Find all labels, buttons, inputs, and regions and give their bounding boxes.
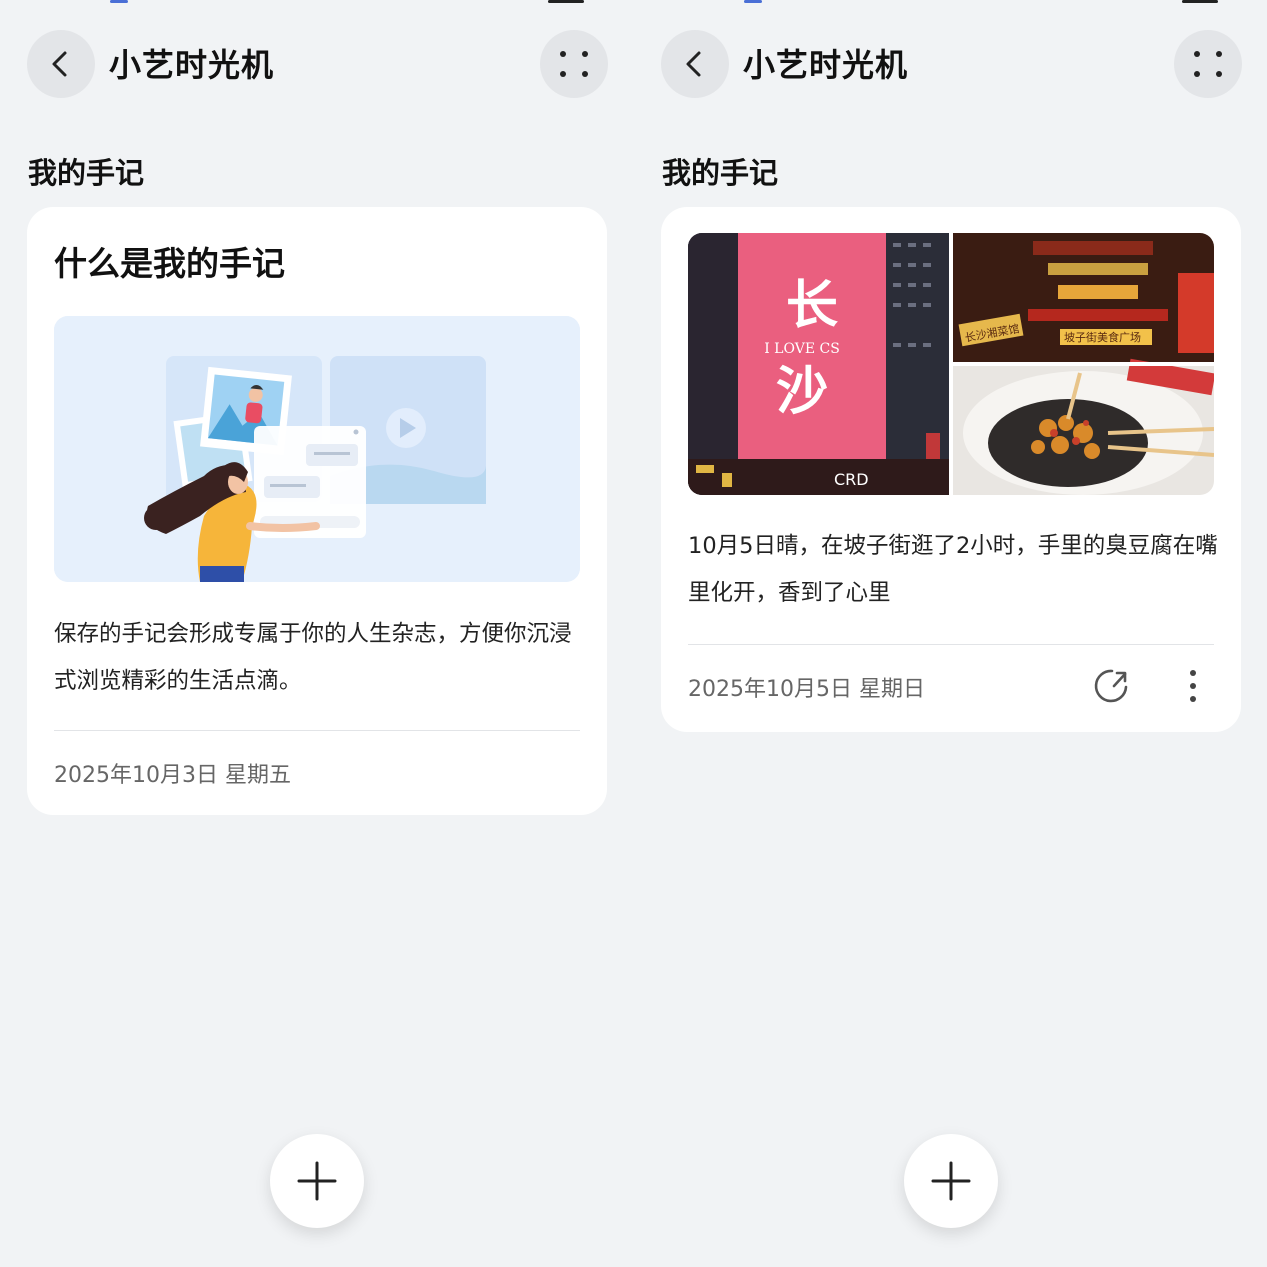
plus-icon: [931, 1161, 971, 1201]
billboard-char-1: 长: [786, 275, 838, 336]
back-button[interactable]: [661, 30, 729, 98]
chevron-left-icon: [686, 51, 701, 77]
vertical-ellipsis-icon: [1190, 670, 1196, 702]
share-button[interactable]: [1093, 667, 1131, 705]
more-button[interactable]: [540, 30, 608, 98]
status-bar-sliver: [110, 0, 128, 3]
app-title: 小艺时光机: [109, 46, 275, 84]
card-date: 2025年10月3日 星期五: [54, 763, 291, 788]
section-title: 我的手记: [662, 156, 779, 190]
section-title: 我的手记: [28, 156, 145, 190]
billboard-char-2: 沙: [776, 361, 828, 422]
four-dot-menu-icon: [1194, 51, 1222, 77]
card-date: 2025年10月5日 星期日: [688, 677, 925, 702]
card-divider: [54, 730, 580, 731]
note-text: 10月5日晴，在坡子街逛了2小时，手里的臭豆腐在嘴里化开，香到了心里: [688, 533, 1218, 606]
more-button[interactable]: [1174, 30, 1242, 98]
share-arrow-icon: [1094, 669, 1128, 703]
add-note-button[interactable]: [904, 1134, 998, 1228]
four-dot-menu-icon: [560, 51, 588, 77]
note-card[interactable]: 长 I LOVE CS 沙 CRD 长沙湘菜馆 坡子街美食广场 10月5日晴，在…: [661, 207, 1241, 732]
back-button[interactable]: [27, 30, 95, 98]
card-heading: 什么是我的手记: [54, 244, 285, 283]
billboard-bottom-text: CRD: [834, 470, 869, 489]
chevron-left-icon: [52, 51, 67, 77]
right-screen: 小艺时光机 我的手记 长 I LOVE CS 沙 CRD 长沙湘菜馆 坡子街美食…: [634, 0, 1267, 1267]
intro-card[interactable]: 什么是我的手记 保存的手记会形成专属于你的人生杂志，方便你沉浸式浏览精彩的生活点…: [27, 207, 607, 815]
status-bar-sliver: [548, 0, 584, 3]
card-description: 保存的手记会形成专属于你的人生杂志，方便你沉浸式浏览精彩的生活点滴。: [54, 621, 572, 694]
shop-sign: 坡子街美食广场: [1064, 330, 1141, 344]
status-bar-sliver: [1182, 0, 1218, 3]
billboard-tagline: I LOVE CS: [764, 341, 840, 357]
intro-illustration: [54, 316, 580, 582]
app-title: 小艺时光机: [743, 46, 909, 84]
note-photo-grid[interactable]: 长 I LOVE CS 沙 CRD 长沙湘菜馆 坡子街美食广场: [688, 233, 1214, 495]
overflow-menu-button[interactable]: [1179, 667, 1207, 705]
left-screen: 小艺时光机 我的手记 什么是我的手记 保存的手记会形成专属于你的人生杂志，方便你…: [0, 0, 633, 1267]
plus-icon: [297, 1161, 337, 1201]
add-note-button[interactable]: [270, 1134, 364, 1228]
photo-collage: 长 I LOVE CS 沙 CRD 长沙湘菜馆 坡子街美食广场: [688, 233, 1214, 495]
card-divider: [688, 644, 1214, 645]
status-bar-sliver: [744, 0, 762, 3]
